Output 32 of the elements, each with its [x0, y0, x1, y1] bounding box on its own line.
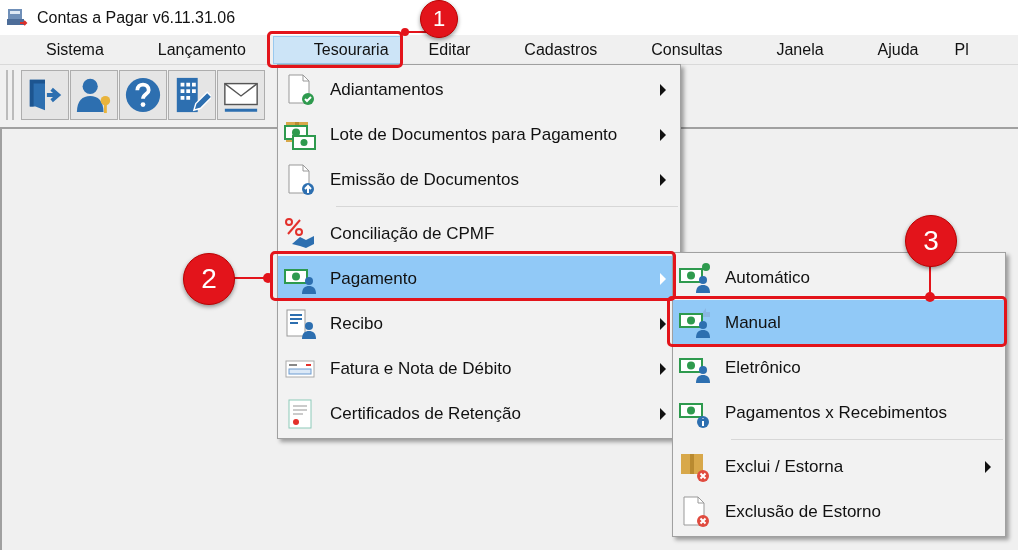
receipt-person-icon: [284, 307, 316, 340]
leader-line: [233, 273, 273, 283]
menu-item[interactable]: Manual: [673, 300, 1005, 345]
menu-item[interactable]: Exclusão de Estorno: [673, 489, 1005, 534]
menu-bar-item[interactable]: Tesouraria: [272, 35, 402, 64]
menu-bar-item[interactable]: Sistema: [41, 38, 109, 61]
user-key-button[interactable]: [70, 70, 118, 120]
window-title: Contas a Pagar v6.11.31.06: [37, 8, 236, 27]
percent-handshake-icon: [284, 217, 316, 250]
menu-item[interactable]: Eletrônico: [673, 345, 1005, 390]
toolbar-grip[interactable]: [6, 70, 14, 120]
help-button[interactable]: [119, 70, 167, 120]
menu-item[interactable]: Emissão de Documentos: [278, 157, 680, 202]
building-edit-button[interactable]: [168, 70, 216, 120]
menu-bar-item[interactable]: Editar: [423, 38, 476, 61]
menu-bar-item[interactable]: Ajuda: [872, 38, 924, 61]
menu-item[interactable]: Adiantamentos: [278, 67, 680, 112]
exit-button[interactable]: [21, 70, 69, 120]
menu-item[interactable]: Pagamentos x Recebimentos: [673, 390, 1005, 435]
menu-bar-item[interactable]: Janela: [771, 38, 829, 61]
user-key-icon: [75, 76, 113, 114]
menu-bar-item[interactable]: Consultas: [646, 38, 728, 61]
mail-button[interactable]: [217, 70, 265, 120]
menu-bar-item[interactable]: Lançamento: [152, 38, 251, 61]
help-icon: [124, 76, 162, 114]
money-person-thumb-icon: [679, 306, 711, 339]
leader-line: [401, 28, 427, 36]
menu-item[interactable]: Exclui / Estorna: [673, 444, 1005, 489]
menu-bar-item[interactable]: Pl: [949, 38, 974, 61]
money-person-check-icon: [679, 261, 711, 294]
menu-item[interactable]: Lote de Documentos para Pagamento: [278, 112, 680, 157]
menu-bar-item[interactable]: Cadastros: [519, 38, 603, 61]
